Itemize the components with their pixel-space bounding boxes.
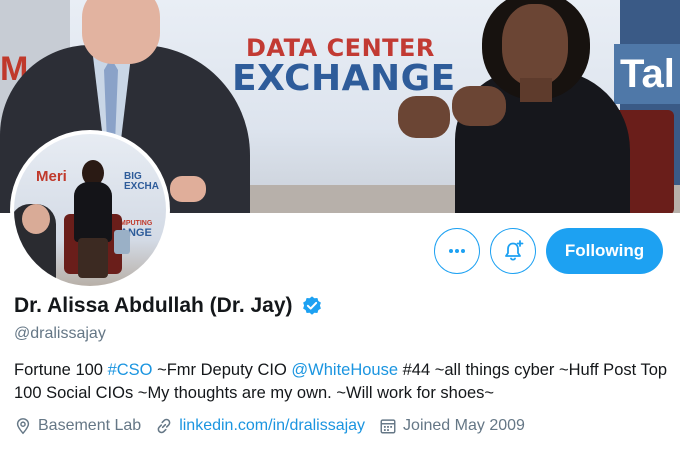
profile-joined: Joined May 2009: [379, 417, 525, 435]
notifications-button[interactable]: [490, 228, 536, 274]
avatar-sign-left: Meri: [36, 168, 67, 185]
banner-sign-right: Tal: [614, 44, 680, 104]
calendar-icon: [380, 419, 396, 434]
profile-meta-row: Basement Lab linkedin.com/in/dralissajay…: [14, 417, 539, 435]
location-pin-icon: [16, 418, 30, 435]
location-text: Basement Lab: [38, 417, 142, 434]
following-button[interactable]: Following: [546, 228, 663, 274]
banner-man-head: [82, 0, 160, 64]
banner-man-hand: [170, 176, 206, 202]
avatar-water-bottles: [114, 230, 130, 254]
more-options-button[interactable]: [434, 228, 480, 274]
avatar-woman-legs: [78, 238, 108, 278]
profile-name: Dr. Alissa Abdullah (Dr. Jay): [14, 294, 293, 317]
banner-woman-hand-left: [398, 96, 450, 138]
profile-website[interactable]: linkedin.com/in/dralissajay: [155, 417, 365, 435]
banner-woman-neck: [520, 78, 552, 102]
link-icon: [157, 418, 171, 434]
verified-badge-icon: [302, 296, 321, 315]
avatar-woman-body: [74, 182, 112, 242]
profile-bio: Fortune 100 #CSO ~Fmr Deputy CIO @WhiteH…: [14, 359, 674, 405]
banner-sign-exchange: EXCHANGE: [232, 58, 456, 99]
avatar-woman-figure: [72, 160, 114, 278]
profile-location: Basement Lab: [14, 417, 141, 435]
avatar-sign-right-line2: EXCHA: [124, 181, 160, 192]
avatar-sign-right: BIG EXCHA: [124, 172, 159, 192]
avatar-photo: Meri BIG EXCHA MPUTING ANGE: [14, 134, 166, 286]
bio-hashtag-link[interactable]: #CSO: [108, 361, 153, 379]
profile-handle: @dralissajay: [14, 325, 106, 342]
banner-woman-hand-right: [452, 86, 506, 126]
profile-name-row: Dr. Alissa Abdullah (Dr. Jay): [14, 294, 323, 318]
bio-text-1: Fortune 100: [14, 361, 108, 379]
banner-woman-head: [502, 4, 568, 86]
bio-mention-link[interactable]: @WhiteHouse: [291, 361, 398, 379]
avatar-man-head: [22, 204, 50, 234]
joined-date: Joined May 2009: [403, 417, 525, 434]
bell-plus-icon: [505, 240, 524, 261]
more-dots-icon: [449, 249, 465, 253]
profile-avatar[interactable]: Meri BIG EXCHA MPUTING ANGE: [10, 130, 170, 290]
bio-text-2: ~Fmr Deputy CIO: [152, 361, 292, 379]
avatar-sign-bottom-line1: MPUTING: [120, 220, 153, 227]
website-link[interactable]: linkedin.com/in/dralissajay: [179, 417, 365, 435]
